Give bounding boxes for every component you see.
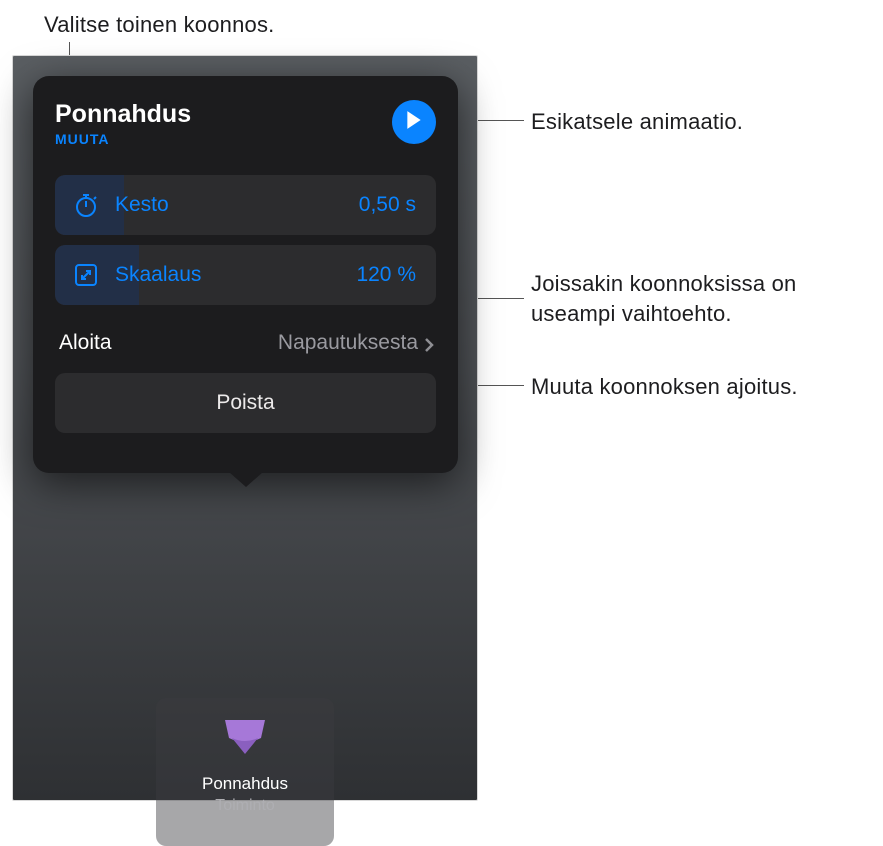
duration-label: Kesto <box>115 193 359 217</box>
build-thumbnail-title: Ponnahdus <box>202 774 288 794</box>
play-icon <box>405 110 423 135</box>
build-thumbnail-icon <box>217 716 273 756</box>
callout-more-options: Joissakin koonnoksissa on useampi vaihto… <box>531 269 883 328</box>
chevron-right-icon <box>424 335 434 351</box>
build-thumbnail[interactable]: Ponnahdus Toiminto <box>156 698 334 846</box>
scale-value: 120 % <box>356 263 416 287</box>
build-settings-popover: Ponnahdus MUUTA Kesto 0,5 <box>33 76 458 473</box>
change-build-button[interactable]: MUUTA <box>55 131 191 147</box>
build-thumbnail-subtitle: Toiminto <box>215 797 275 815</box>
scale-label: Skaalaus <box>115 263 356 287</box>
callout-preview-animation: Esikatsele animaatio. <box>531 107 743 137</box>
popover-header: Ponnahdus MUUTA <box>33 94 458 165</box>
preview-play-button[interactable] <box>392 100 436 144</box>
start-value-text: Napautuksesta <box>278 331 418 355</box>
start-selected-value: Napautuksesta <box>278 331 434 355</box>
callout-choose-build: Valitse toinen koonnos. <box>44 12 274 38</box>
expand-icon <box>71 260 101 290</box>
build-effect-title: Ponnahdus <box>55 100 191 129</box>
scale-row[interactable]: Skaalaus 120 % <box>55 245 436 305</box>
start-row[interactable]: Aloita Napautuksesta <box>55 327 436 359</box>
popover-header-left: Ponnahdus MUUTA <box>55 100 191 147</box>
duration-row[interactable]: Kesto 0,50 s <box>55 175 436 235</box>
start-label: Aloita <box>59 331 112 355</box>
delete-build-button[interactable]: Poista <box>55 373 436 433</box>
callout-change-timing: Muuta koonnoksen ajoitus. <box>531 372 798 402</box>
stopwatch-icon <box>71 190 101 220</box>
presentation-canvas: Ponnahdus MUUTA Kesto 0,5 <box>12 55 478 801</box>
duration-value: 0,50 s <box>359 193 416 217</box>
